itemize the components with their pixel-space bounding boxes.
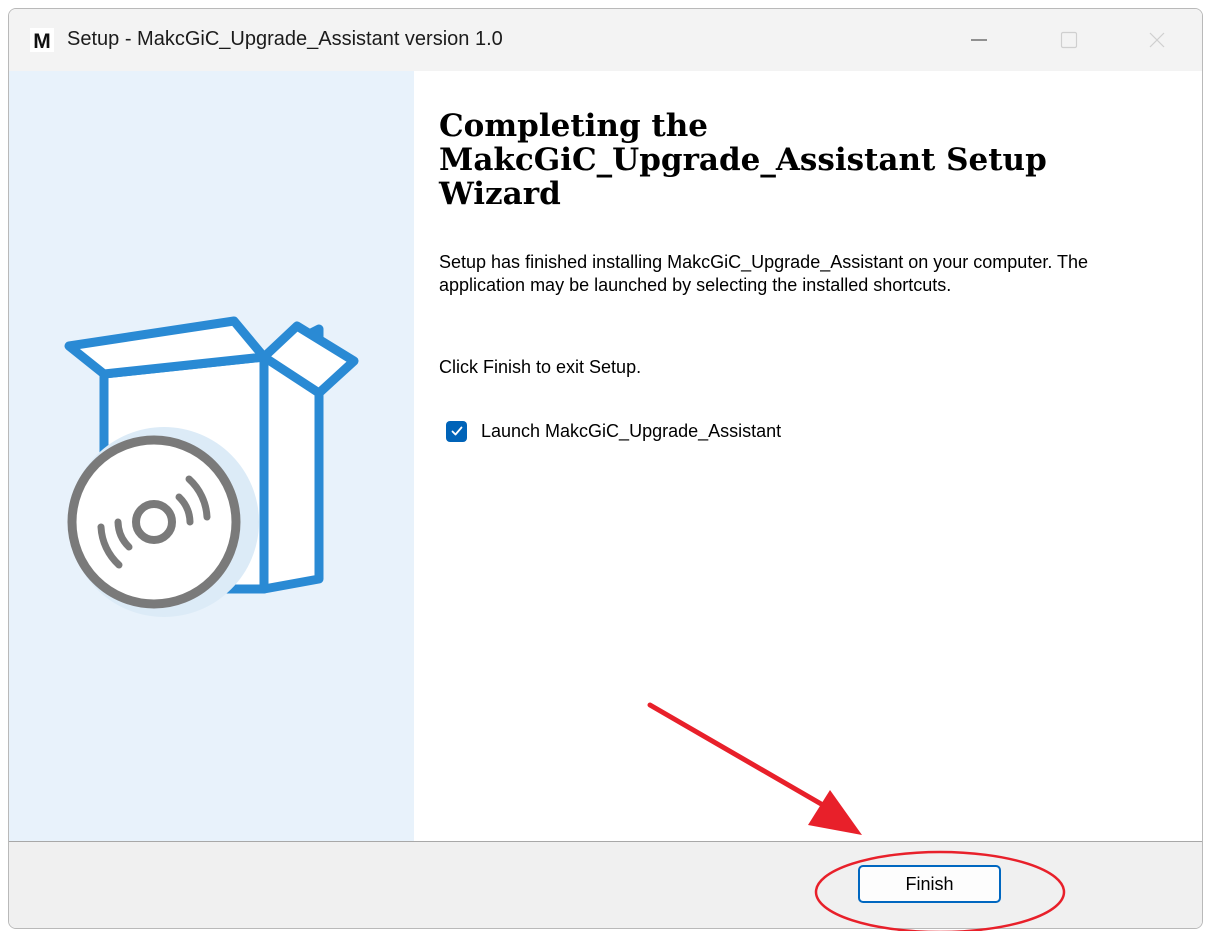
finish-button[interactable]: Finish	[858, 865, 1001, 903]
app-icon: M	[30, 28, 54, 52]
maximize-button[interactable]	[1034, 9, 1104, 71]
wizard-content: Completing the MakcGiC_Upgrade_Assistant…	[414, 71, 1202, 842]
maximize-icon	[1060, 31, 1078, 49]
launch-checkbox[interactable]	[446, 420, 467, 442]
launch-checkbox-row[interactable]: Launch MakcGiC_Upgrade_Assistant	[446, 417, 781, 445]
wizard-side-panel	[9, 71, 414, 842]
minimize-icon	[971, 39, 987, 41]
window-title: Setup - MakcGiC_Upgrade_Assistant versio…	[67, 28, 503, 50]
close-icon	[1149, 32, 1165, 48]
minimize-button[interactable]	[944, 9, 1014, 71]
wizard-footer	[9, 842, 1202, 928]
finish-instruction: Click Finish to exit Setup.	[439, 357, 642, 377]
checkmark-icon	[451, 426, 462, 436]
svg-text:M: M	[33, 30, 51, 52]
page-title: Completing the MakcGiC_Upgrade_Assistant…	[439, 108, 1047, 212]
launch-checkbox-label[interactable]: Launch MakcGiC_Upgrade_Assistant	[481, 421, 781, 442]
close-button[interactable]	[1122, 9, 1192, 71]
title-bar[interactable]: M Setup - MakcGiC_Upgrade_Assistant vers…	[9, 9, 1202, 71]
setup-window: M Setup - MakcGiC_Upgrade_Assistant vers…	[8, 8, 1203, 929]
installer-box-disc-icon	[64, 316, 359, 617]
completion-description: Setup has finished installing MakcGiC_Up…	[439, 252, 1089, 295]
